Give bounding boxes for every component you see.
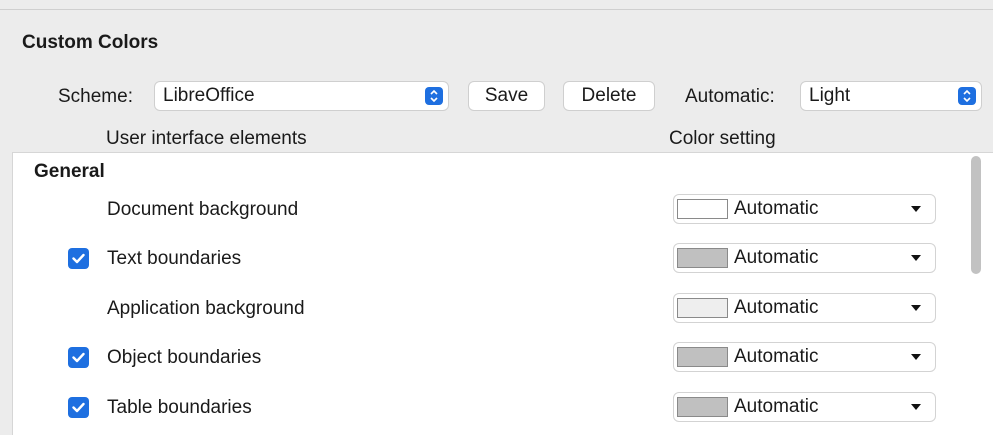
dropdown-caret-icon	[911, 305, 921, 311]
color-swatch	[677, 397, 728, 417]
column-header-elements: User interface elements	[106, 128, 307, 149]
color-dropdown[interactable]: Automatic	[673, 392, 936, 422]
item-label: Document background	[107, 199, 299, 220]
scheme-select[interactable]: LibreOffice	[154, 81, 449, 111]
dropdown-caret-icon	[911, 206, 921, 212]
section-title: Custom Colors	[22, 32, 159, 53]
scrollbar-thumb[interactable]	[971, 156, 981, 274]
top-divider	[0, 9, 993, 10]
color-value: Automatic	[734, 396, 819, 417]
dropdown-caret-icon	[911, 404, 921, 410]
item-label: Table boundaries	[107, 397, 252, 418]
color-dropdown[interactable]: Automatic	[673, 243, 936, 273]
save-button[interactable]: Save	[468, 81, 545, 111]
checkbox[interactable]	[68, 347, 89, 368]
checkbox[interactable]	[68, 248, 89, 269]
color-value: Automatic	[734, 297, 819, 318]
select-stepper-icon	[958, 87, 976, 105]
color-value: Automatic	[734, 198, 819, 219]
column-header-setting: Color setting	[669, 128, 776, 149]
scheme-label: Scheme:	[58, 86, 133, 107]
ui-elements-list[interactable]: General Document background Automatic Te…	[12, 152, 993, 435]
color-swatch	[677, 347, 728, 367]
color-dropdown[interactable]: Automatic	[673, 342, 936, 372]
item-label: Text boundaries	[107, 248, 242, 269]
dropdown-caret-icon	[911, 354, 921, 360]
delete-button[interactable]: Delete	[563, 81, 655, 111]
color-value: Automatic	[734, 247, 819, 268]
color-value: Automatic	[734, 346, 819, 367]
scheme-value: LibreOffice	[163, 85, 255, 106]
item-label: Application background	[107, 298, 305, 319]
select-stepper-icon	[425, 87, 443, 105]
color-swatch	[677, 199, 728, 219]
item-label: Object boundaries	[107, 347, 262, 368]
color-dropdown[interactable]: Automatic	[673, 293, 936, 323]
checkbox[interactable]	[68, 397, 89, 418]
automatic-value: Light	[809, 85, 851, 106]
automatic-select[interactable]: Light	[800, 81, 982, 111]
color-swatch	[677, 248, 728, 268]
group-title: General	[34, 161, 105, 182]
automatic-label: Automatic:	[685, 86, 775, 107]
color-dropdown[interactable]: Automatic	[673, 194, 936, 224]
dropdown-caret-icon	[911, 255, 921, 261]
color-swatch	[677, 298, 728, 318]
